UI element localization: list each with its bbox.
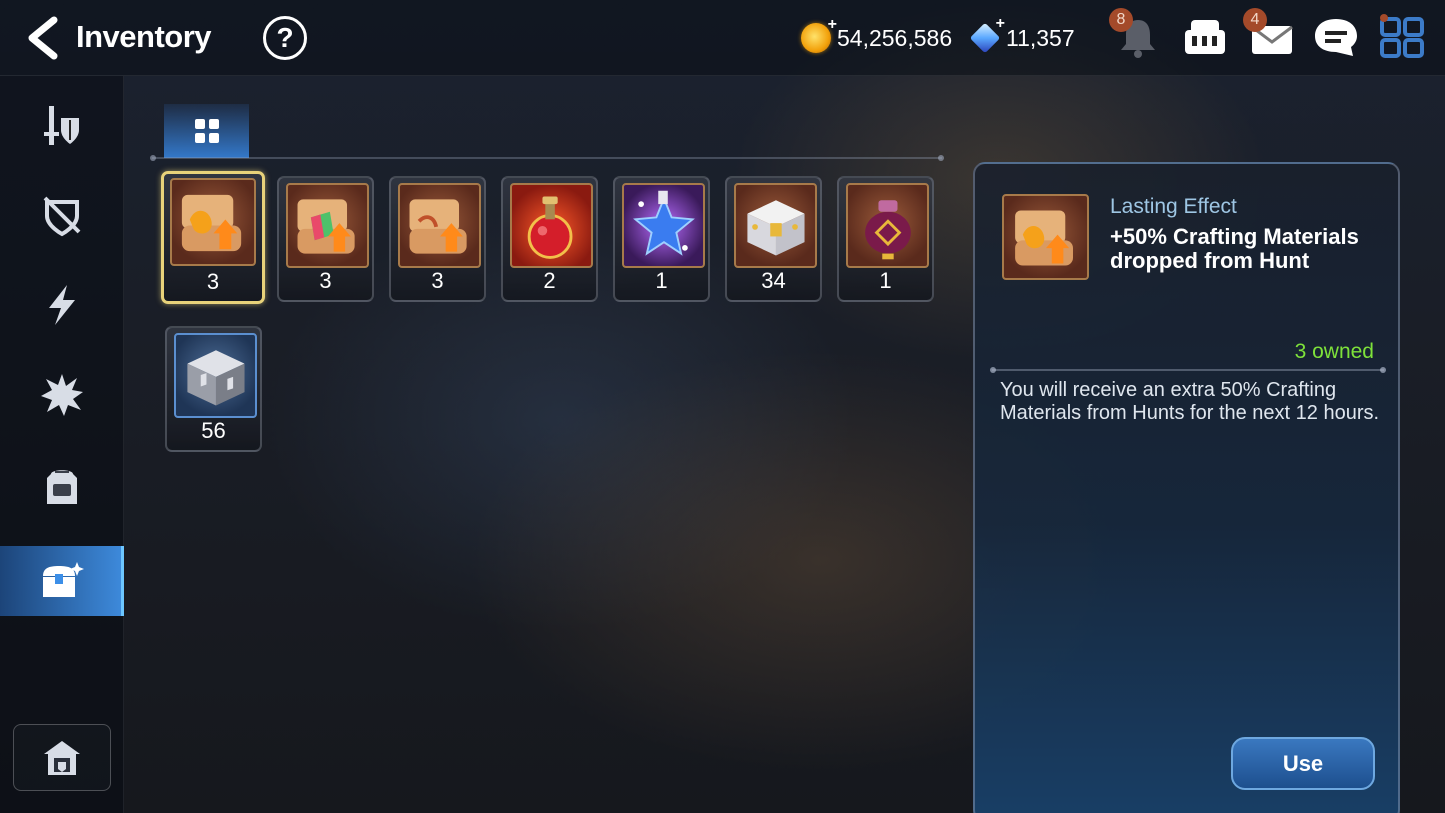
backpack-icon	[47, 470, 77, 504]
item-category: Lasting Effect	[1110, 195, 1237, 218]
sidebar-item-skill-materials[interactable]	[0, 360, 124, 430]
sidebar-item-bags[interactable]	[0, 452, 124, 522]
grid-icon	[194, 119, 219, 143]
crossed-shield-icon	[43, 196, 81, 237]
mail-badge: 4	[1243, 8, 1267, 32]
crystal-gem-icon: +	[969, 15, 1005, 54]
item-detail-panel: Lasting Effect +50% Crafting Materials d…	[973, 162, 1400, 813]
party-icon[interactable]	[1180, 14, 1230, 60]
gem-amount: 11,357	[1006, 24, 1075, 51]
storage-house-icon	[44, 740, 80, 775]
white-chest-icon	[734, 183, 817, 268]
red-potion-icon	[510, 183, 593, 268]
item-count: 2	[543, 268, 556, 293]
item-slot[interactable]: 3	[389, 176, 486, 302]
scroll-arrow-icon	[398, 183, 481, 268]
scroll-flame-arrow-icon	[1002, 194, 1089, 280]
detail-divider	[990, 367, 1386, 373]
item-count: 3	[431, 268, 444, 293]
treasure-chest-icon	[43, 562, 84, 597]
top-bar: Inventory ? + 54,256,586 + 11,357 8 4	[0, 0, 1445, 76]
chat-icon[interactable]	[1311, 14, 1361, 60]
page-title: Inventory	[76, 19, 212, 54]
item-count: 1	[879, 268, 892, 293]
lightning-icon	[49, 285, 75, 325]
scroll-rainbow-arrow-icon	[286, 183, 369, 268]
gold-coin-icon: +	[801, 16, 837, 53]
sidebar-item-artifacts[interactable]	[0, 180, 124, 250]
sidebar-item-catalysts[interactable]	[0, 270, 124, 340]
item-count: 56	[201, 418, 226, 443]
item-slot[interactable]: 56	[165, 326, 262, 452]
back-arrow-icon[interactable]	[20, 14, 64, 62]
item-effect: +50% Crafting Materials dropped from Hun…	[1110, 224, 1359, 273]
sword-shield-icon	[44, 106, 79, 145]
burst-icon	[41, 374, 83, 416]
item-count: 34	[761, 268, 786, 293]
tab-all-items[interactable]	[164, 104, 249, 158]
item-slot[interactable]: 3	[161, 171, 265, 304]
sidebar-item-consumables[interactable]	[0, 546, 124, 616]
main-menu-grid-icon[interactable]	[1378, 14, 1428, 60]
silver-cube-icon	[174, 333, 257, 418]
storage-button[interactable]	[13, 724, 111, 791]
tab-divider	[150, 155, 944, 161]
item-description: You will receive an extra 50% Crafting M…	[1000, 379, 1380, 424]
help-button[interactable]: ?	[263, 16, 307, 60]
category-sidebar	[0, 76, 124, 813]
mail-icon[interactable]: 4	[1243, 8, 1297, 60]
notifications-bell-icon[interactable]: 8	[1109, 8, 1163, 60]
item-count: 3	[319, 268, 332, 293]
gem-currency[interactable]: + 11,357	[969, 15, 1075, 54]
sidebar-item-equipment[interactable]	[0, 90, 124, 160]
gold-currency[interactable]: + 54,256,586	[801, 16, 953, 54]
item-slot[interactable]: 34	[725, 176, 822, 302]
scroll-flame-arrow-icon	[170, 178, 256, 266]
item-count: 3	[206, 269, 220, 294]
owned-count: 3 owned	[1294, 340, 1374, 363]
item-slot[interactable]: 1	[837, 176, 934, 302]
item-slot[interactable]: 2	[501, 176, 598, 302]
notifications-badge: 8	[1109, 8, 1133, 32]
use-button[interactable]: Use	[1231, 737, 1375, 790]
gold-amount: 54,256,586	[837, 24, 953, 51]
item-slot[interactable]: 1	[613, 176, 710, 302]
star-potion-icon	[622, 183, 705, 268]
item-slot[interactable]: 3	[277, 176, 374, 302]
item-count: 1	[655, 268, 668, 293]
purple-urn-icon	[846, 183, 929, 268]
